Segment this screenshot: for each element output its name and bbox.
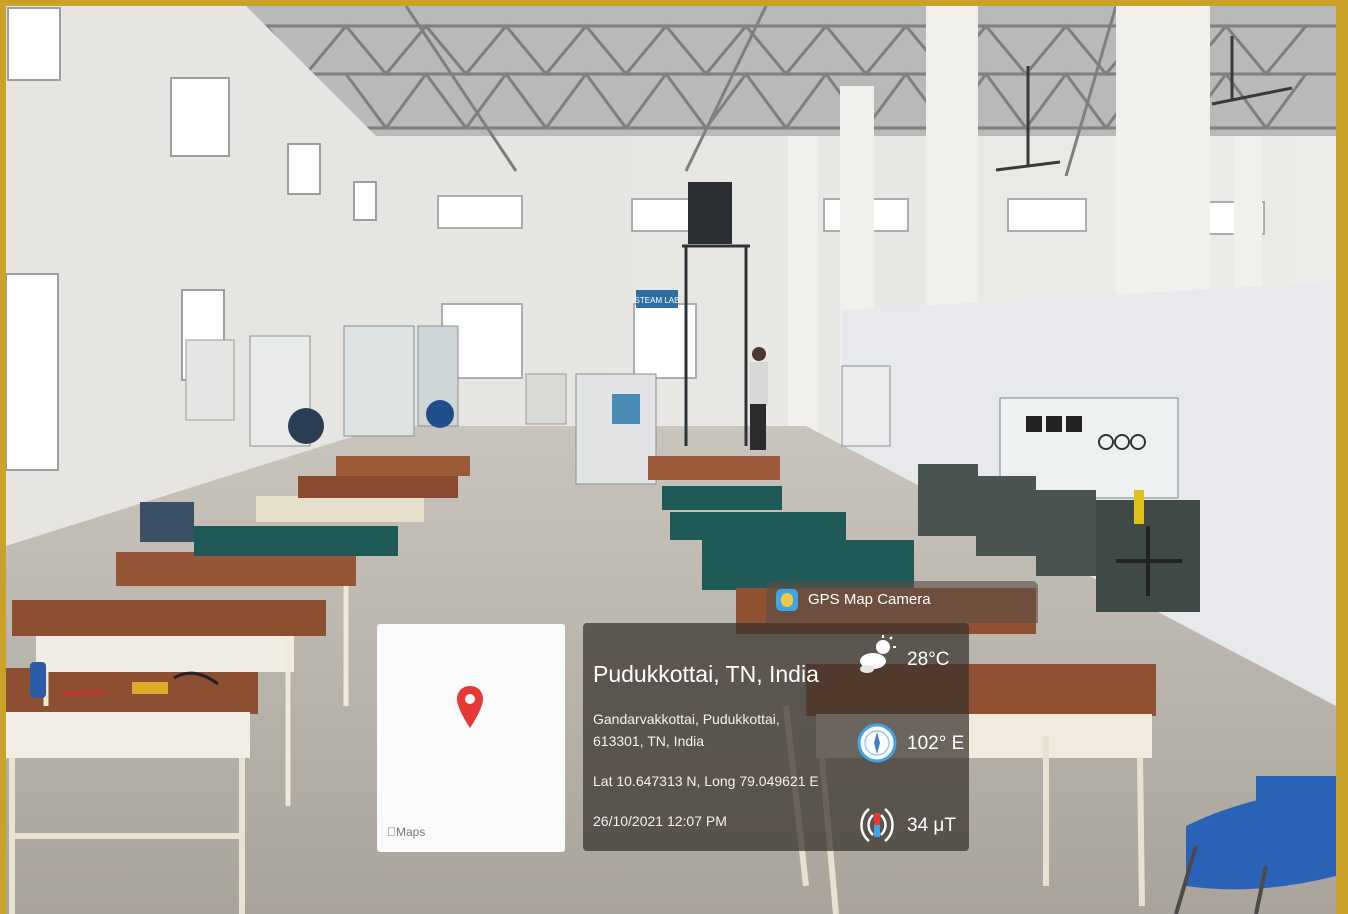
app-badge: GPS Map Camera — [766, 581, 1038, 623]
map-thumbnail[interactable]: Maps — [377, 624, 565, 852]
date-time: 26/10/2021 12:07 PM — [593, 813, 727, 829]
magnetic-field-value: 34 μT — [907, 815, 956, 836]
photo-frame: STEAM LAB Maps GPS Map Camera Pudukkotta… — [6, 6, 1336, 914]
location-title: Pudukkottai, TN, India — [593, 661, 819, 687]
maps-logo: Maps — [387, 825, 425, 839]
app-name: GPS Map Camera — [808, 591, 931, 608]
map-provider-label: Maps — [387, 825, 425, 839]
address-line-1: Gandarvakkottai, Pudukkottai, — [593, 711, 780, 727]
gps-camera-app-icon — [776, 589, 798, 611]
coordinates: Lat 10.647313 N, Long 79.049621 E — [593, 773, 819, 789]
location-info-card: Pudukkottai, TN, India Gandarvakkottai, … — [583, 623, 969, 851]
address-line-2: 613301, TN, India — [593, 733, 705, 749]
compass-icon — [857, 723, 897, 763]
temperature: 28°C — [907, 649, 950, 670]
location-pin-icon — [457, 686, 483, 728]
steam-lab-sign: STEAM LAB — [635, 296, 680, 305]
magnetic-field-icon — [860, 808, 894, 842]
compass-heading: 102° E — [907, 733, 965, 754]
cloud-sun-icon — [860, 635, 896, 673]
